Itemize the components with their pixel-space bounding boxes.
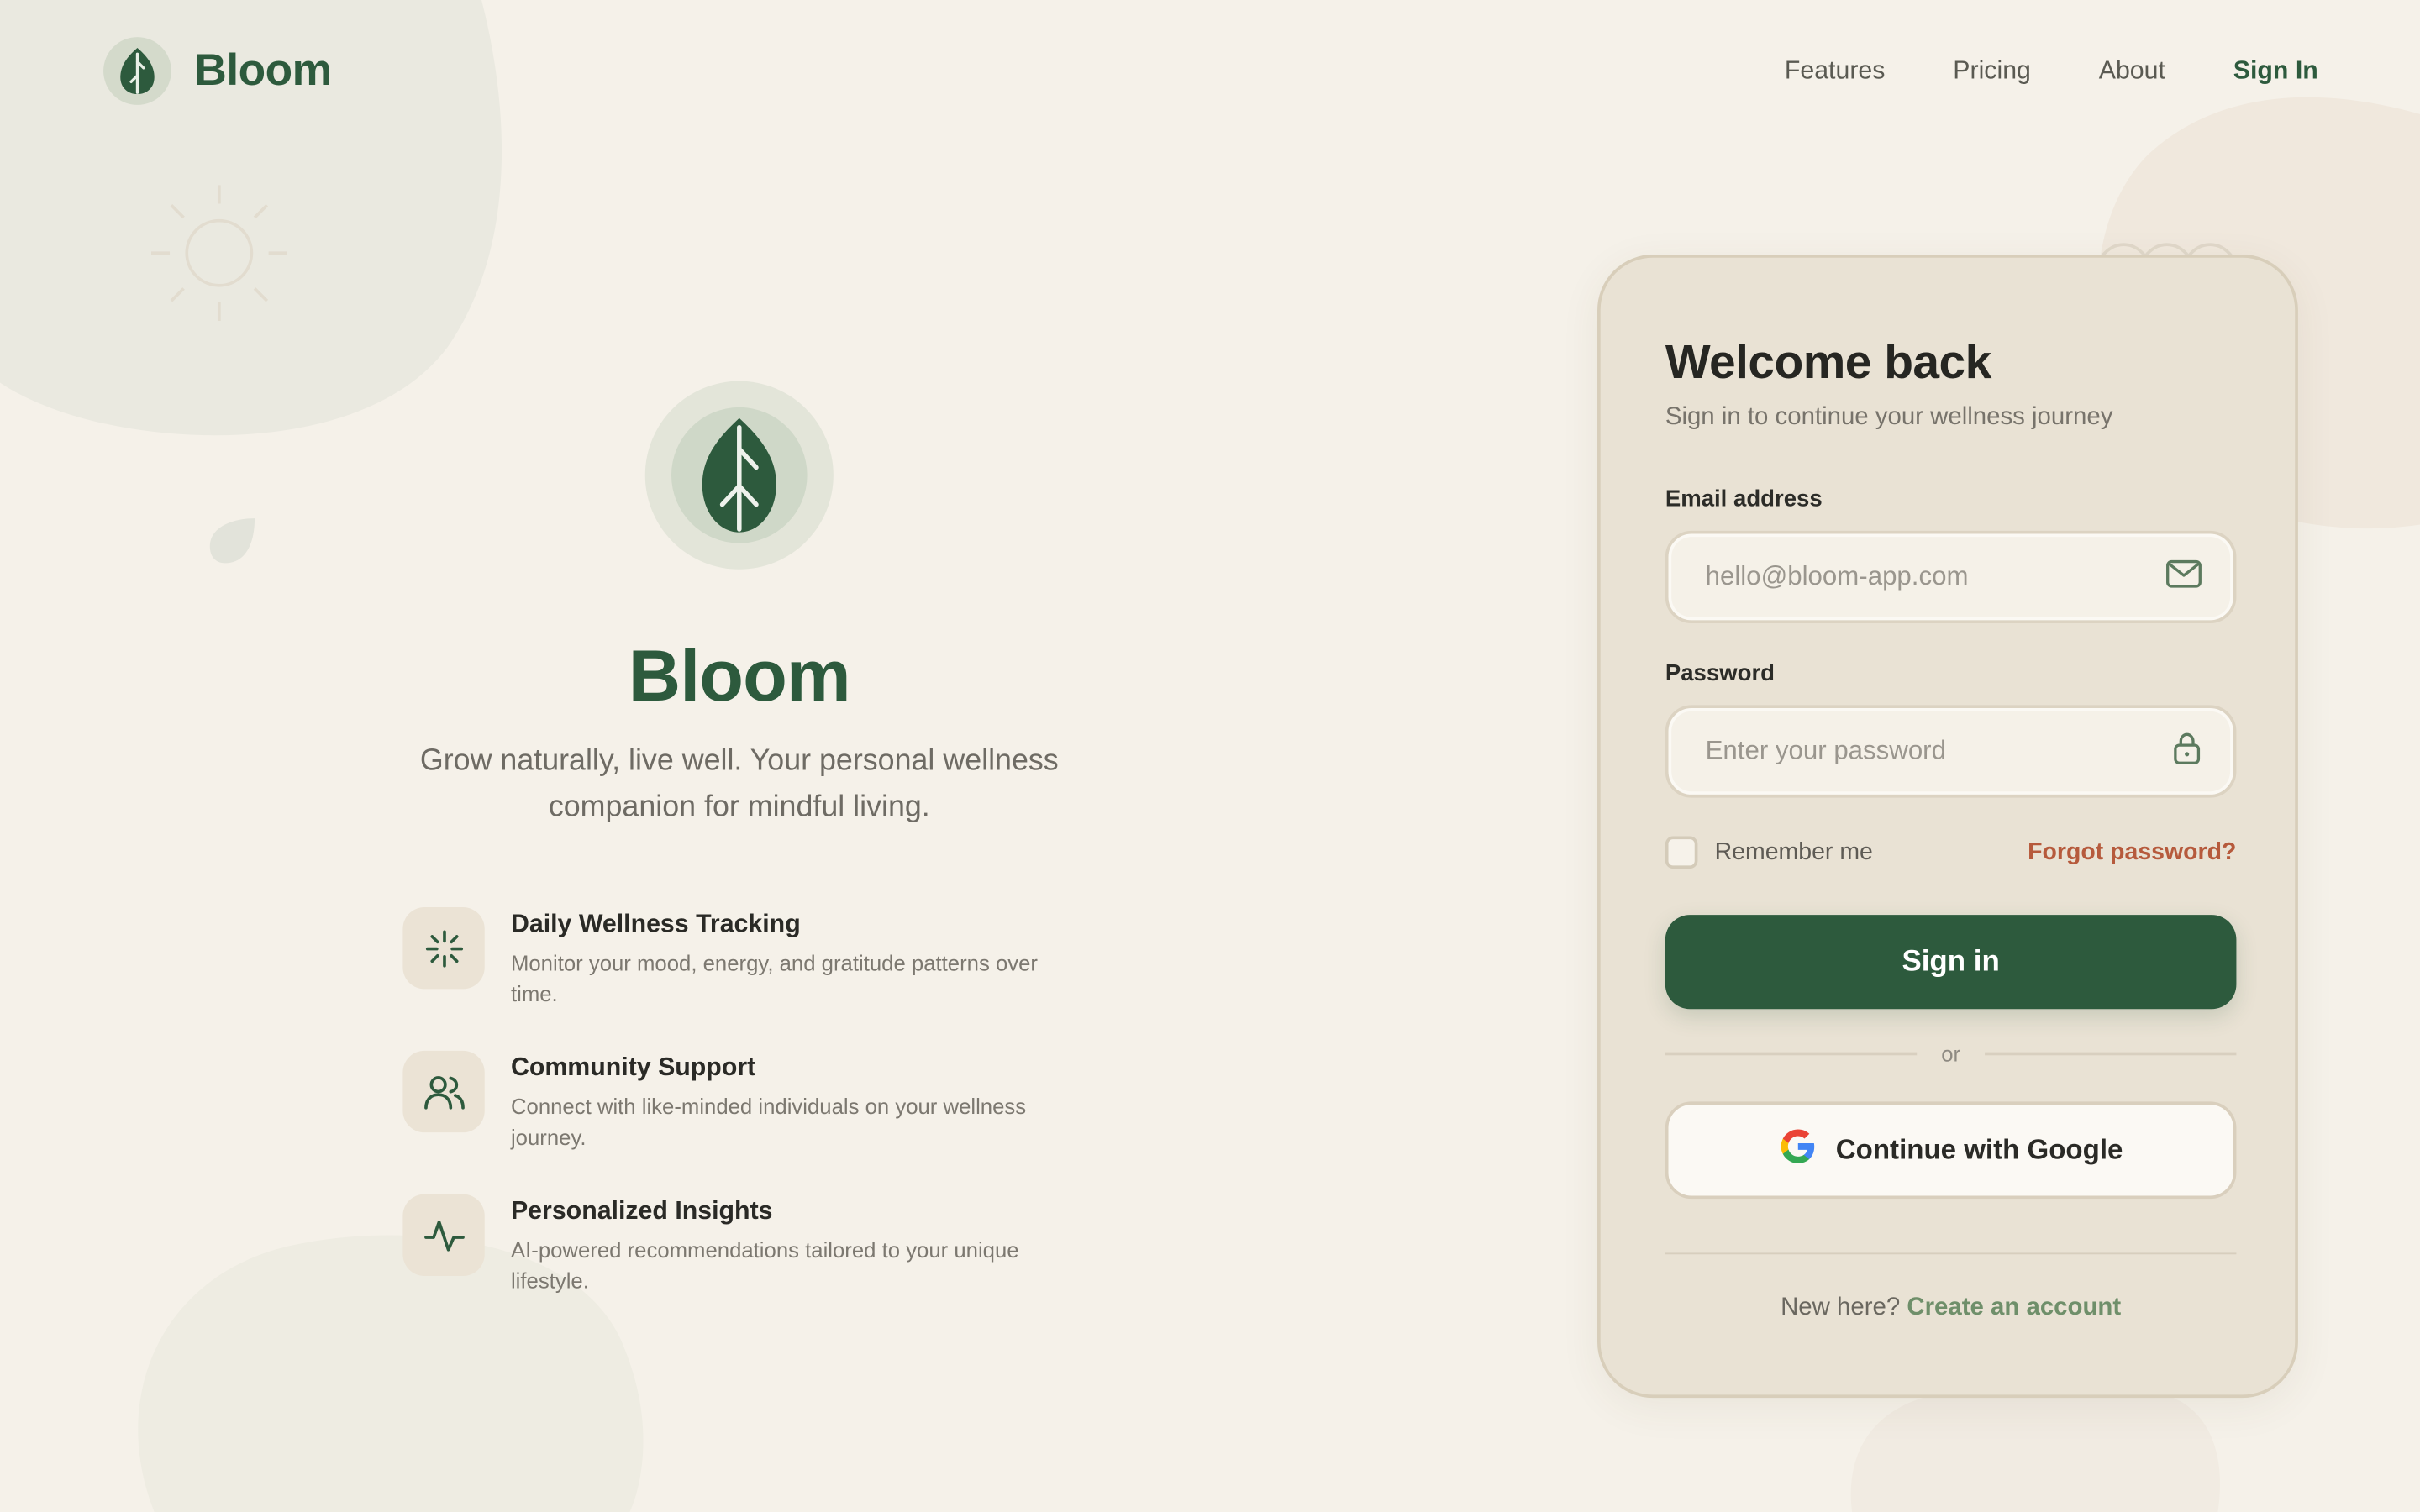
divider-line [1665, 1052, 1917, 1056]
google-icon [1779, 1128, 1816, 1173]
feature-item: Daily Wellness Tracking Monitor your moo… [402, 907, 1081, 1009]
new-here-text: New here? [1781, 1294, 1901, 1321]
card-separator [1665, 1252, 2237, 1255]
login-subtitle: Sign in to continue your wellness journe… [1665, 404, 2113, 431]
password-field[interactable] [1702, 734, 2172, 769]
feature-item: Community Support Connect with like-mind… [402, 1050, 1081, 1152]
forgot-password-link[interactable]: Forgot password? [2028, 839, 2236, 867]
divider-text: or [1941, 1041, 1961, 1067]
password-label: Password [1665, 660, 1776, 687]
google-sign-in-button[interactable]: Continue with Google [1665, 1101, 2237, 1200]
feature-description: Connect with like-minded individuals on … [510, 1094, 1027, 1150]
nav-sign-in[interactable]: Sign In [2233, 57, 2318, 87]
mail-icon [2165, 558, 2202, 596]
login-title: Welcome back [1665, 334, 1992, 389]
background-blob-bottom-right [1850, 1391, 2220, 1512]
remember-me-checkbox[interactable] [1665, 836, 1698, 869]
email-label: Email address [1665, 486, 1823, 512]
feature-item: Personalized Insights AI-powered recomme… [402, 1194, 1081, 1296]
hero-subtitle: Grow naturally, live well. Your personal… [419, 743, 1059, 823]
login-card: Welcome back Sign in to continue your we… [1597, 255, 2298, 1399]
google-button-label: Continue with Google [1835, 1134, 2123, 1165]
sparkle-icon [402, 907, 485, 990]
activity-icon [402, 1194, 485, 1276]
email-field[interactable] [1702, 559, 2165, 595]
users-icon [402, 1050, 485, 1133]
divider-line [1985, 1052, 2237, 1056]
login-page: Bloom Features Pricing About Sign In Blo… [0, 0, 2420, 1512]
feature-title: Personalized Insights [510, 1197, 773, 1226]
create-account-link[interactable]: Create an account [1907, 1294, 2121, 1320]
nav-about[interactable]: About [2099, 57, 2165, 87]
hero-logo [644, 381, 834, 570]
leaf-icon [671, 407, 808, 543]
remember-me-label: Remember me [1714, 838, 1873, 865]
feature-title: Community Support [510, 1053, 756, 1082]
hero-title: Bloom [628, 633, 851, 717]
feature-list: Daily Wellness Tracking Monitor your moo… [402, 907, 1081, 1337]
nav-features[interactable]: Features [1785, 57, 1886, 87]
sign-in-button[interactable]: Sign in [1665, 915, 2237, 1010]
leaf-icon [103, 37, 171, 105]
password-field-wrapper [1665, 705, 2237, 798]
nav-pricing[interactable]: Pricing [1953, 57, 2031, 87]
email-field-wrapper [1665, 530, 2237, 624]
feature-description: AI-powered recommendations tailored to y… [510, 1237, 1019, 1294]
signup-prompt: New here? Create an account [1665, 1294, 2237, 1322]
feature-description: Monitor your mood, energy, and gratitude… [510, 950, 1038, 1006]
brand-logo-link[interactable]: Bloom [103, 37, 332, 105]
sun-icon [150, 185, 287, 322]
feature-title: Daily Wellness Tracking [510, 910, 801, 938]
brand-name: Bloom [194, 45, 332, 95]
decorative-leaf-small [209, 518, 255, 564]
or-divider: or [1665, 1042, 2237, 1066]
lock-icon [2171, 731, 2202, 773]
remember-me[interactable]: Remember me [1665, 836, 1873, 869]
top-nav: Features Pricing About Sign In [1785, 57, 2318, 87]
